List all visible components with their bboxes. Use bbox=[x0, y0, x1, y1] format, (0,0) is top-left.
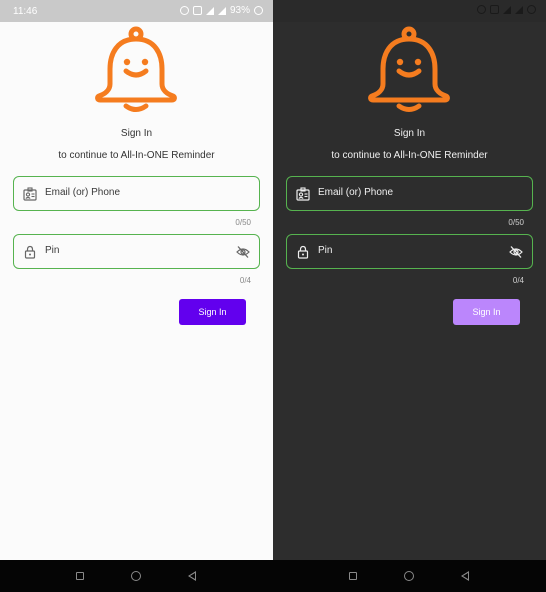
status-bar bbox=[273, 0, 546, 22]
home-icon[interactable] bbox=[404, 571, 414, 581]
lock-icon bbox=[24, 245, 36, 259]
contact-card-icon bbox=[296, 187, 310, 201]
pin-char-counter: 0/4 bbox=[239, 276, 251, 285]
lock-icon bbox=[297, 245, 309, 259]
battery-percent: 93% bbox=[229, 5, 250, 16]
hotspot-icon bbox=[179, 6, 189, 15]
volte-icon bbox=[192, 6, 202, 15]
screenshot-pair: 11:46 93% Sign In to continue to All-In-… bbox=[0, 0, 546, 592]
sign-in-subtitle: to continue to All-In-ONE Reminder bbox=[58, 150, 215, 161]
email-char-counter: 0/50 bbox=[508, 218, 524, 227]
battery-ring-icon bbox=[527, 5, 536, 14]
email-field[interactable]: Email (or) Phone bbox=[13, 176, 260, 211]
email-char-counter: 0/50 bbox=[235, 218, 251, 227]
back-icon[interactable] bbox=[461, 571, 469, 581]
bell-logo-icon bbox=[368, 26, 450, 112]
light-theme-screen: 11:46 93% Sign In to continue to All-In-… bbox=[0, 0, 273, 560]
back-icon[interactable] bbox=[188, 571, 196, 581]
pin-char-counter: 0/4 bbox=[512, 276, 524, 285]
pin-field[interactable]: Pin bbox=[13, 234, 260, 269]
dark-theme-screen: Sign In to continue to All-In-ONE Remind… bbox=[273, 0, 546, 560]
hotspot-icon bbox=[477, 5, 486, 14]
sign-in-subtitle: to continue to All-In-ONE Reminder bbox=[331, 150, 488, 161]
email-field[interactable]: Email (or) Phone bbox=[286, 176, 533, 211]
recents-icon[interactable] bbox=[349, 572, 357, 580]
home-icon[interactable] bbox=[131, 571, 141, 581]
sign-in-button[interactable]: Sign In bbox=[179, 299, 246, 325]
sign-in-title: Sign In bbox=[120, 128, 153, 139]
email-field-label: Email (or) Phone bbox=[318, 187, 394, 198]
signal-2-icon bbox=[515, 5, 523, 14]
navigation-bar bbox=[0, 560, 273, 592]
status-icons bbox=[477, 5, 536, 14]
sign-in-button[interactable]: Sign In bbox=[453, 299, 520, 325]
email-field-label: Email (or) Phone bbox=[45, 187, 121, 198]
bell-logo-icon bbox=[95, 26, 177, 112]
battery-ring-icon bbox=[254, 6, 263, 15]
pin-field[interactable]: Pin bbox=[286, 234, 533, 269]
eye-off-icon[interactable] bbox=[509, 245, 523, 259]
signal-icon bbox=[205, 6, 214, 15]
status-time: 11:46 bbox=[13, 6, 38, 17]
volte-icon bbox=[490, 5, 499, 14]
status-bar: 11:46 93% bbox=[0, 0, 273, 22]
contact-card-icon bbox=[23, 187, 37, 201]
signal-icon bbox=[503, 5, 511, 14]
recents-icon[interactable] bbox=[76, 572, 84, 580]
pin-field-label: Pin bbox=[318, 245, 333, 256]
status-icons: 93% bbox=[179, 5, 263, 16]
eye-off-icon[interactable] bbox=[236, 245, 250, 259]
navigation-bar bbox=[273, 560, 546, 592]
pin-field-label: Pin bbox=[45, 245, 60, 256]
sign-in-title: Sign In bbox=[393, 128, 426, 139]
signal-2-icon bbox=[217, 6, 226, 15]
